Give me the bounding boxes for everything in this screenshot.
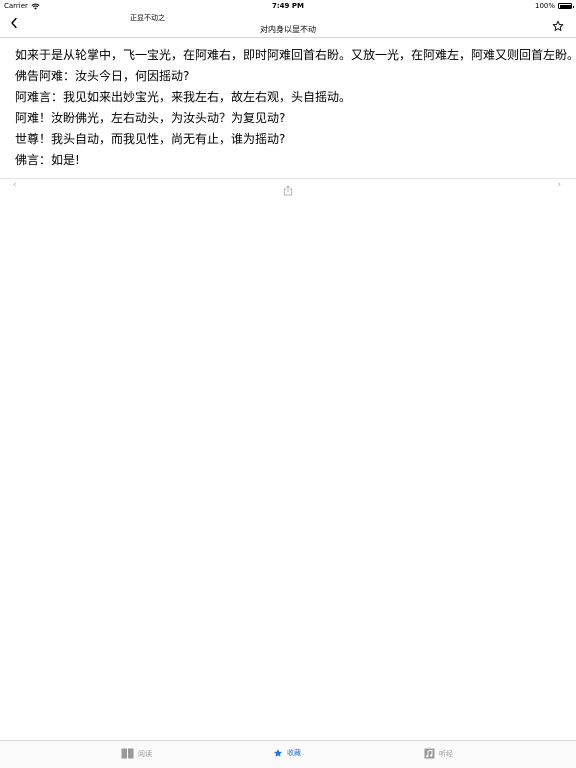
book-icon (121, 748, 134, 759)
tab-favorites-label: 收藏 (287, 749, 301, 757)
share-icon (284, 185, 292, 196)
music-note-icon (424, 748, 435, 759)
text-line: 阿难！汝盼佛光，左右动头，为汝头动？为复见动? (15, 111, 286, 125)
status-right: 100% (534, 0, 574, 12)
share-button[interactable] (283, 181, 293, 196)
star-outline-icon (552, 20, 564, 31)
battery-percent: 100% (534, 2, 555, 10)
status-time: 7:49 PM (272, 2, 304, 10)
scripture-content: 如来于是从轮掌中，飞一宝光，在阿难右，即时阿难回首右盼。又放一光，在阿难左，阿难… (15, 45, 576, 171)
next-page-button[interactable]: › (557, 180, 561, 190)
text-line: 佛告阿难：汝头今日，何因摇动? (15, 69, 190, 83)
nav-subtitle: 正显不动之 (130, 14, 165, 22)
star-filled-icon (273, 749, 283, 757)
tab-listen[interactable]: 听经 (424, 748, 453, 759)
page-title: 对内身以显不动 (260, 25, 316, 34)
battery-icon (558, 3, 574, 9)
favorite-button[interactable] (552, 17, 566, 31)
text-line: 世尊！我头自动，而我见性，尚无有止，谁为摇动? (15, 132, 286, 146)
tab-read-label: 阅读 (138, 749, 152, 758)
text-line: 佛言：如是! (15, 153, 80, 167)
text-line: 阿难言：我见如来出妙宝光，来我左右，故左右观，头自摇动。 (15, 90, 352, 104)
tab-favorites[interactable]: 收藏 (273, 748, 301, 758)
tab-read[interactable]: 阅读 (121, 748, 152, 759)
status-bar: Carrier 7:49 PM 100% (0, 0, 576, 12)
battery-fill (559, 4, 571, 8)
nav-bar: 正显不动之 对内身以显不动 (0, 12, 576, 38)
tab-bar: 阅读 收藏 听经 (0, 740, 576, 768)
prev-page-button[interactable]: ‹ (13, 180, 17, 190)
text-line: 如来于是从轮掌中，飞一宝光，在阿难右，即时阿难回首右盼。又放一光，在阿难左，阿难… (15, 48, 576, 62)
tab-listen-label: 听经 (439, 749, 453, 758)
pager-bar: ‹ › (0, 178, 576, 196)
screen: Carrier 7:49 PM 100% 正显不动之 对内身以显不动 如来于是从… (0, 0, 576, 768)
